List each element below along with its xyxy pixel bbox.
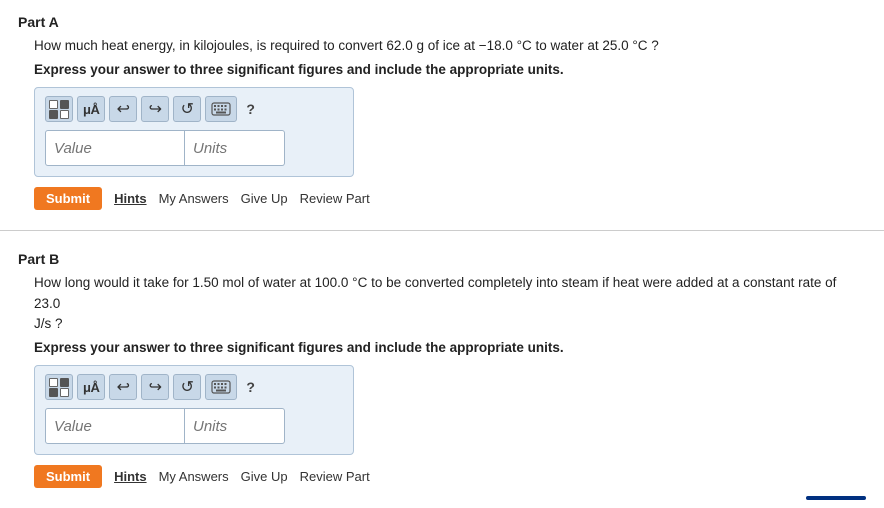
superscript-icon (49, 100, 58, 109)
part-a-label: Part A (18, 14, 866, 30)
part-b-toolbar: μÅ ↩ ↪ ↺ ? (45, 374, 343, 400)
part-b-keyboard-icon (211, 380, 231, 394)
part-b-section: Part B How long would it take for 1.50 m… (0, 237, 884, 502)
part-b-label: Part B (18, 251, 866, 267)
part-a-give-up-link[interactable]: Give Up (241, 191, 288, 206)
part-a-express: Express your answer to three significant… (34, 62, 866, 77)
part-b-value-input[interactable] (45, 408, 185, 444)
part-b-superscript-subscript-button[interactable] (45, 374, 73, 400)
part-a-section: Part A How much heat energy, in kilojoul… (0, 0, 884, 224)
part-b-help-button[interactable]: ? (241, 376, 260, 398)
superscript-icon2 (60, 110, 69, 119)
part-a-submit-button[interactable]: Submit (34, 187, 102, 210)
part-a-action-row: Submit Hints My Answers Give Up Review P… (34, 187, 866, 210)
help-button[interactable]: ? (241, 98, 260, 120)
part-b-express: Express your answer to three significant… (34, 340, 866, 355)
part-b-answer-box: μÅ ↩ ↪ ↺ ? (34, 365, 354, 455)
part-a-my-answers-link[interactable]: My Answers (159, 191, 229, 206)
bottom-progress-bar (806, 496, 866, 500)
part-b-mu-button[interactable]: μÅ (77, 374, 105, 400)
part-b-my-answers-link[interactable]: My Answers (159, 469, 229, 484)
undo-button[interactable]: ↩ (109, 96, 137, 122)
part-a-units-input[interactable] (185, 130, 285, 166)
part-a-value-input[interactable] (45, 130, 185, 166)
mu-button[interactable]: μÅ (77, 96, 105, 122)
part-b-give-up-link[interactable]: Give Up (241, 469, 288, 484)
part-b-undo-button[interactable]: ↩ (109, 374, 137, 400)
subscript-icon (60, 100, 69, 109)
part-a-review-part-link[interactable]: Review Part (300, 191, 370, 206)
part-b-reset-button[interactable]: ↺ (173, 374, 201, 400)
part-a-hints-link[interactable]: Hints (114, 191, 147, 206)
superscript-subscript-button[interactable] (45, 96, 73, 122)
part-b-superscript-icon (49, 378, 58, 387)
subscript-icon2 (49, 110, 58, 119)
part-a-input-row (45, 130, 343, 166)
part-a-answer-box: μÅ ↩ ↪ ↺ ? (34, 87, 354, 177)
part-a-toolbar: μÅ ↩ ↪ ↺ ? (45, 96, 343, 122)
part-b-subscript-icon (60, 378, 69, 387)
part-b-input-row (45, 408, 343, 444)
keyboard-button[interactable] (205, 96, 237, 122)
part-b-submit-button[interactable]: Submit (34, 465, 102, 488)
redo-button[interactable]: ↪ (141, 96, 169, 122)
section-divider (0, 230, 884, 231)
part-b-redo-button[interactable]: ↪ (141, 374, 169, 400)
part-b-question: How long would it take for 1.50 mol of w… (34, 273, 866, 334)
part-b-superscript-icon2 (60, 388, 69, 397)
part-b-review-part-link[interactable]: Review Part (300, 469, 370, 484)
part-b-keyboard-button[interactable] (205, 374, 237, 400)
part-b-hints-link[interactable]: Hints (114, 469, 147, 484)
part-b-action-row: Submit Hints My Answers Give Up Review P… (34, 465, 866, 488)
part-b-subscript-icon2 (49, 388, 58, 397)
part-b-units-input[interactable] (185, 408, 285, 444)
keyboard-icon (211, 102, 231, 116)
part-a-question: How much heat energy, in kilojoules, is … (34, 36, 866, 56)
reset-button[interactable]: ↺ (173, 96, 201, 122)
